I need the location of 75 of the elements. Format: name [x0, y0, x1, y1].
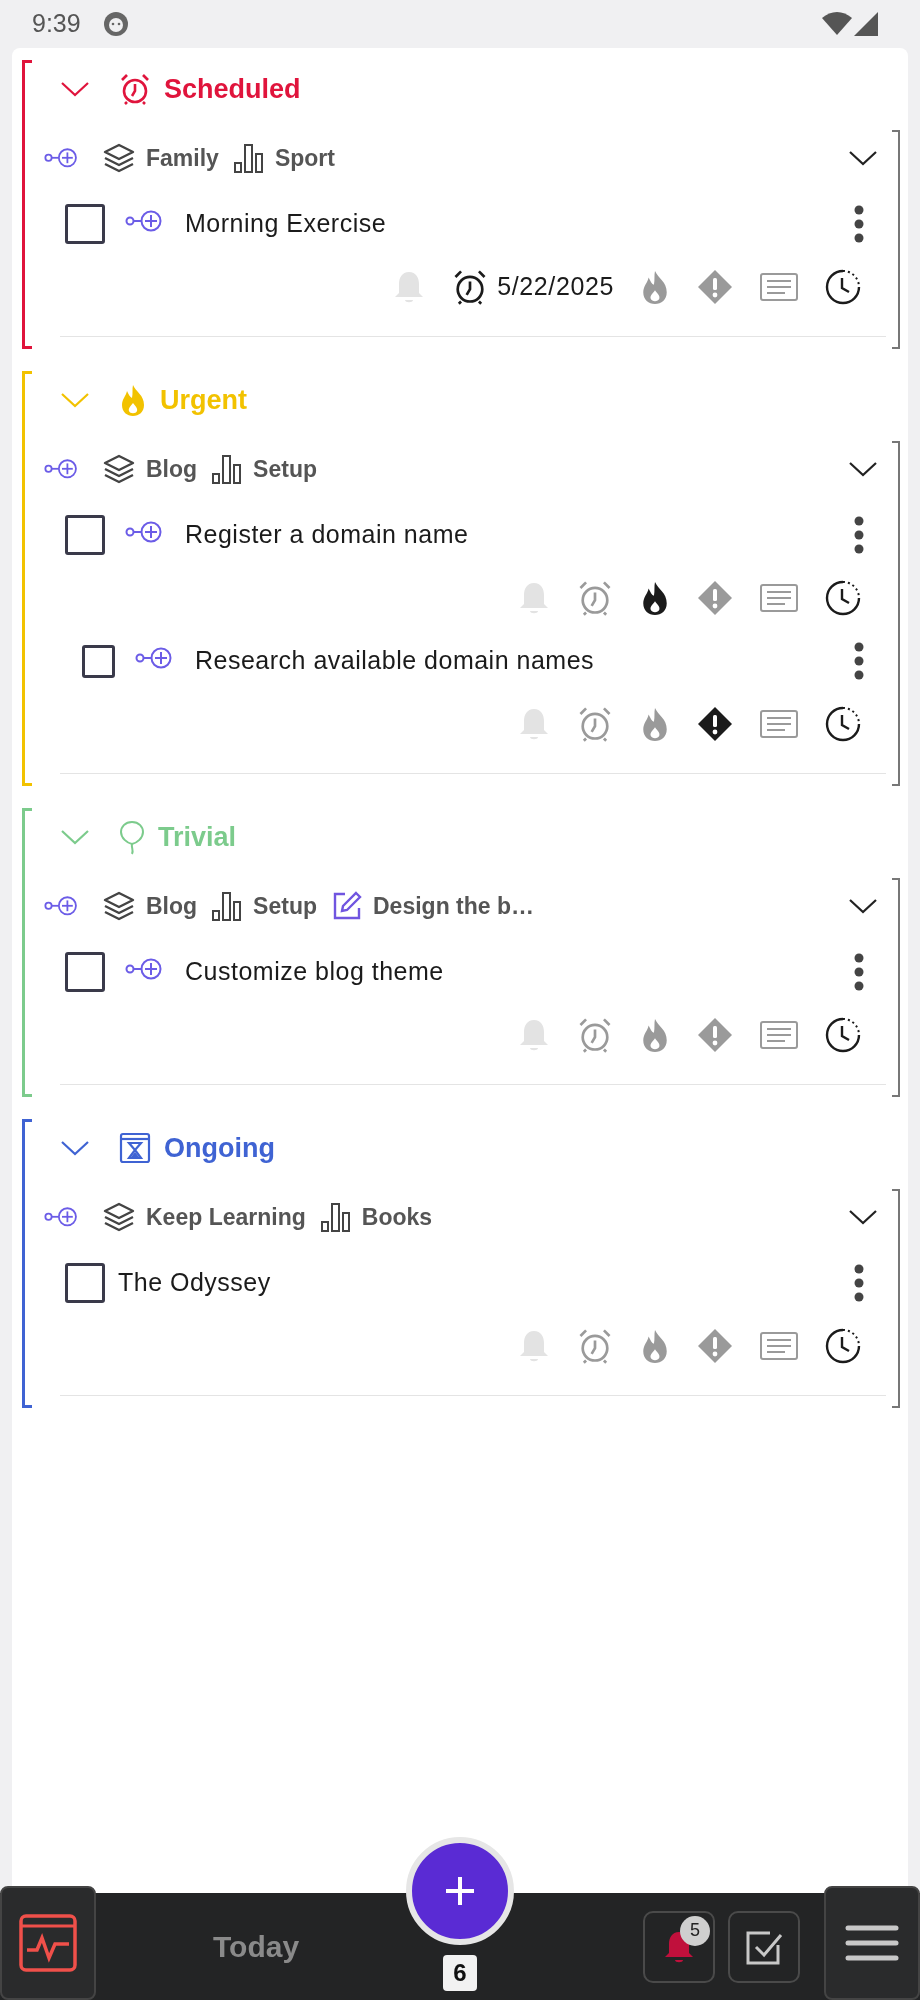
- more-options-icon[interactable]: [854, 516, 864, 554]
- checkbox[interactable]: [65, 515, 105, 555]
- checkbox[interactable]: [65, 952, 105, 992]
- face-icon: [102, 11, 129, 37]
- expand-chevron-icon[interactable]: [848, 1208, 878, 1226]
- status-time: 9:39: [32, 8, 81, 40]
- due-date: 5/22/2025: [497, 271, 614, 303]
- wifi-icon: [822, 12, 852, 36]
- tag-label[interactable]: Keep Learning: [146, 1199, 306, 1235]
- balloon-icon: [118, 819, 146, 855]
- more-options-icon[interactable]: [854, 953, 864, 991]
- activity-button[interactable]: [0, 1886, 96, 2000]
- layers-icon: [102, 890, 136, 922]
- link-add-icon[interactable]: [44, 147, 80, 169]
- hourglass-icon: [118, 1131, 152, 1165]
- clock-icon[interactable]: [824, 705, 862, 743]
- expand-chevron-icon[interactable]: [848, 149, 878, 167]
- layers-icon: [102, 453, 136, 485]
- clock-icon[interactable]: [824, 268, 862, 306]
- section-title: Trivial: [158, 820, 237, 854]
- bar-chart-icon: [319, 1201, 352, 1233]
- tag-label[interactable]: Family: [146, 140, 219, 176]
- notes-icon[interactable]: [759, 709, 799, 739]
- layers-icon: [102, 1201, 136, 1233]
- view-title: Today: [213, 1929, 300, 1965]
- notifications-button[interactable]: 5: [643, 1910, 715, 1983]
- notes-icon[interactable]: [759, 272, 799, 302]
- notes-icon[interactable]: [759, 583, 799, 613]
- task-title[interactable]: Research available domain names: [195, 642, 854, 680]
- section-title: Scheduled: [164, 72, 301, 106]
- notification-count-badge: 5: [680, 1915, 710, 1946]
- task-title[interactable]: Register a domain name: [185, 516, 854, 554]
- task-title[interactable]: Morning Exercise: [185, 205, 854, 243]
- section-title: Ongoing: [164, 1131, 275, 1165]
- notes-icon[interactable]: [759, 1020, 799, 1050]
- checkbox[interactable]: [65, 1263, 105, 1303]
- link-add-icon[interactable]: [44, 1206, 80, 1228]
- layers-icon: [102, 142, 136, 174]
- tag-label[interactable]: Setup: [253, 888, 317, 924]
- activity-icon: [19, 1914, 77, 1972]
- link-add-icon[interactable]: [44, 458, 80, 480]
- menu-icon: [845, 1924, 899, 1962]
- clock-icon[interactable]: [824, 1016, 862, 1054]
- signal-icon: [854, 12, 878, 36]
- edit-icon: [331, 890, 363, 922]
- checkbox[interactable]: [65, 204, 105, 244]
- expand-chevron-icon[interactable]: [848, 460, 878, 478]
- bar-chart-icon: [232, 142, 265, 174]
- clock-icon[interactable]: [824, 579, 862, 617]
- collapse-chevron-icon[interactable]: [60, 80, 90, 98]
- clock-icon[interactable]: [824, 1327, 862, 1365]
- tasks-button[interactable]: [728, 1910, 800, 1983]
- important-icon[interactable]: [696, 705, 734, 743]
- task-title[interactable]: Customize blog theme: [185, 953, 854, 991]
- tag-label[interactable]: Design the b…: [373, 888, 534, 924]
- link-add-icon[interactable]: [44, 895, 80, 917]
- tag-label[interactable]: Blog: [146, 888, 198, 924]
- task-count-badge: 6: [443, 1955, 477, 1991]
- tag-label[interactable]: Sport: [274, 140, 335, 176]
- more-options-icon[interactable]: [854, 642, 864, 680]
- menu-button[interactable]: [824, 1886, 920, 2000]
- collapse-chevron-icon[interactable]: [60, 1139, 90, 1157]
- more-options-icon[interactable]: [854, 205, 864, 243]
- bar-chart-icon: [211, 453, 244, 485]
- task-title[interactable]: The Odyssey: [118, 1264, 854, 1302]
- checkbox[interactable]: [82, 644, 115, 678]
- section-title: Urgent: [160, 383, 247, 417]
- tag-label[interactable]: Blog: [146, 451, 198, 487]
- tag-label[interactable]: Books: [361, 1199, 433, 1235]
- tag-label[interactable]: Setup: [253, 451, 317, 487]
- expand-chevron-icon[interactable]: [848, 897, 878, 915]
- more-options-icon[interactable]: [854, 1264, 864, 1302]
- bar-chart-icon: [211, 890, 244, 922]
- notes-icon[interactable]: [759, 1331, 799, 1361]
- plus-icon: [445, 1876, 475, 1906]
